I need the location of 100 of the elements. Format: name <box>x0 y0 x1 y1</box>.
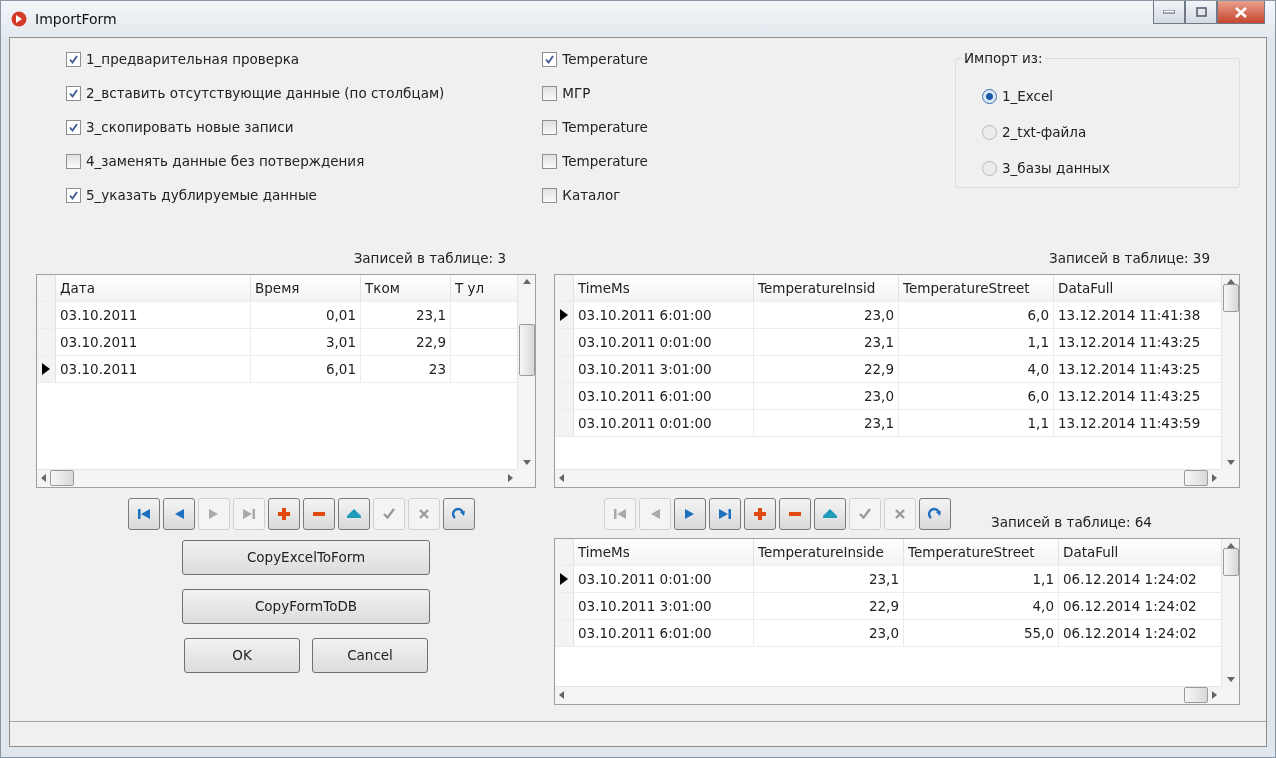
action-button[interactable]: CopyExcelToForm <box>182 539 430 575</box>
table-cell: 0,01 <box>251 301 361 328</box>
table-cell: 23,1 <box>361 301 451 328</box>
previous-record-icon <box>649 507 661 520</box>
action-button[interactable]: CopyFormToDB <box>182 588 430 624</box>
close-button[interactable] <box>1217 1 1265 24</box>
checkbox-label[interactable]: 4_заменять данные без потверждения <box>86 153 365 169</box>
scroll-up-arrow-icon[interactable] <box>1226 542 1235 548</box>
checkbox[interactable] <box>542 153 558 169</box>
scroll-down-arrow-icon[interactable] <box>1226 459 1235 465</box>
navigator-button[interactable] <box>709 497 741 530</box>
navigator-button[interactable] <box>919 497 951 530</box>
column-header[interactable]: Время <box>251 274 361 301</box>
scroll-thumb[interactable] <box>1222 547 1239 576</box>
navigator-button[interactable] <box>744 497 776 530</box>
navigator-button[interactable] <box>162 497 195 530</box>
horizontal-scrollbar[interactable] <box>555 468 1221 487</box>
row-indicator[interactable] <box>555 565 574 592</box>
scroll-right-arrow-icon[interactable] <box>1212 691 1217 699</box>
row-indicator[interactable] <box>37 355 56 382</box>
navigator-button[interactable] <box>814 497 846 530</box>
checkbox-label[interactable]: Temperature <box>562 153 648 169</box>
scroll-thumb[interactable] <box>1222 283 1239 312</box>
table-cell: 03.10.2011 0:01:00 <box>574 409 754 436</box>
vertical-scrollbar[interactable] <box>517 274 535 469</box>
table-cell: 03.10.2011 3:01:00 <box>574 355 754 382</box>
table-cell: 23,0 <box>754 619 904 646</box>
navigator-button[interactable] <box>302 497 335 530</box>
navigator-button[interactable] <box>267 497 300 530</box>
radio-button[interactable] <box>982 124 997 140</box>
ok-button[interactable]: OK <box>184 637 300 673</box>
scroll-thumb[interactable] <box>518 323 535 376</box>
radio-button[interactable] <box>982 88 997 104</box>
radio-button[interactable] <box>982 160 997 176</box>
horizontal-scrollbar[interactable] <box>555 685 1221 704</box>
scroll-thumb[interactable] <box>1184 470 1208 486</box>
checkbox[interactable] <box>542 187 558 203</box>
record-count: Записей в таблице: 64 <box>991 513 1152 530</box>
column-header[interactable]: Tком <box>361 274 451 301</box>
vertical-scrollbar[interactable] <box>1221 538 1239 686</box>
column-header[interactable]: TemperatureInsid <box>754 274 899 301</box>
triangle-icon <box>346 509 361 518</box>
checkbox-label[interactable]: 5_указать дублируемые данные <box>86 187 317 203</box>
checkbox[interactable] <box>542 85 558 101</box>
checkbox-label[interactable]: 2_вставить отсутствующие данные (по столбцам) <box>86 85 445 101</box>
checkbox-label[interactable]: 1_предварительная проверка <box>86 51 300 67</box>
navigator-button[interactable] <box>337 497 370 530</box>
column-header[interactable]: TemperatureInside <box>754 538 904 565</box>
navigator-button[interactable] <box>127 497 160 530</box>
table-cell: 03.10.2011 <box>56 301 251 328</box>
scroll-right-arrow-icon[interactable] <box>1212 474 1217 482</box>
scroll-left-arrow-icon[interactable] <box>41 474 46 482</box>
scroll-up-arrow-icon[interactable] <box>1226 278 1235 284</box>
checkbox[interactable] <box>66 187 81 203</box>
column-header[interactable]: TimeMs <box>574 274 754 301</box>
vertical-scrollbar[interactable] <box>1221 274 1239 469</box>
checkbox[interactable] <box>542 119 558 135</box>
table-cell: 23,1 <box>754 565 904 592</box>
column-header[interactable]: TemperatureStreet <box>904 538 1059 565</box>
checkbox[interactable] <box>542 51 558 67</box>
radio-label[interactable]: 2_txt-файла <box>1002 124 1087 140</box>
scroll-left-arrow-icon[interactable] <box>559 474 564 482</box>
horizontal-scrollbar[interactable] <box>37 468 517 487</box>
navigator-button[interactable] <box>779 497 811 530</box>
column-header[interactable]: TemperatureStreet <box>899 274 1054 301</box>
checkbox-label[interactable]: Temperature <box>562 119 648 135</box>
row-indicator[interactable] <box>555 301 574 328</box>
scroll-left-arrow-icon[interactable] <box>559 691 564 699</box>
checkbox[interactable] <box>66 119 81 135</box>
checkbox[interactable] <box>66 85 81 101</box>
navigator-button[interactable] <box>674 497 706 530</box>
cross-icon <box>418 508 429 519</box>
checkbox[interactable] <box>66 153 81 169</box>
checkbox-label[interactable]: Temperature <box>562 51 648 67</box>
checkbox-label[interactable]: 3_скопировать новые записи <box>86 119 294 135</box>
navigator-button[interactable] <box>442 497 475 530</box>
table-cell: 23 <box>361 355 451 382</box>
column-header[interactable]: TimeMs <box>574 538 754 565</box>
checkbox-label[interactable]: Каталог <box>562 187 621 203</box>
table-cell: 6,0 <box>899 301 1054 328</box>
radio-label[interactable]: 1_Excel <box>1002 88 1054 104</box>
scroll-up-arrow-icon[interactable] <box>522 278 531 284</box>
table-cell: 03.10.2011 6:01:00 <box>574 619 754 646</box>
radio-label[interactable]: 3_базы данных <box>1002 160 1110 176</box>
table-cell: 03.10.2011 0:01:00 <box>574 328 754 355</box>
scroll-down-arrow-icon[interactable] <box>522 459 531 465</box>
cancel-button[interactable]: Cancel <box>312 637 428 673</box>
scroll-thumb[interactable] <box>1184 687 1208 703</box>
minimize-button[interactable] <box>1153 1 1185 24</box>
maximize-button[interactable] <box>1185 1 1217 24</box>
checkbox[interactable] <box>66 51 81 67</box>
next-record-icon <box>207 507 220 520</box>
last-record-icon <box>241 507 256 520</box>
checkbox-label[interactable]: МГР <box>562 85 591 101</box>
scroll-down-arrow-icon[interactable] <box>1226 676 1235 682</box>
scroll-thumb[interactable] <box>50 470 74 486</box>
scroll-right-arrow-icon[interactable] <box>508 474 513 482</box>
column-header[interactable]: Дата <box>56 274 251 301</box>
table-cell: 03.10.2011 0:01:00 <box>574 565 754 592</box>
table-cell: 03.10.2011 6:01:00 <box>574 301 754 328</box>
